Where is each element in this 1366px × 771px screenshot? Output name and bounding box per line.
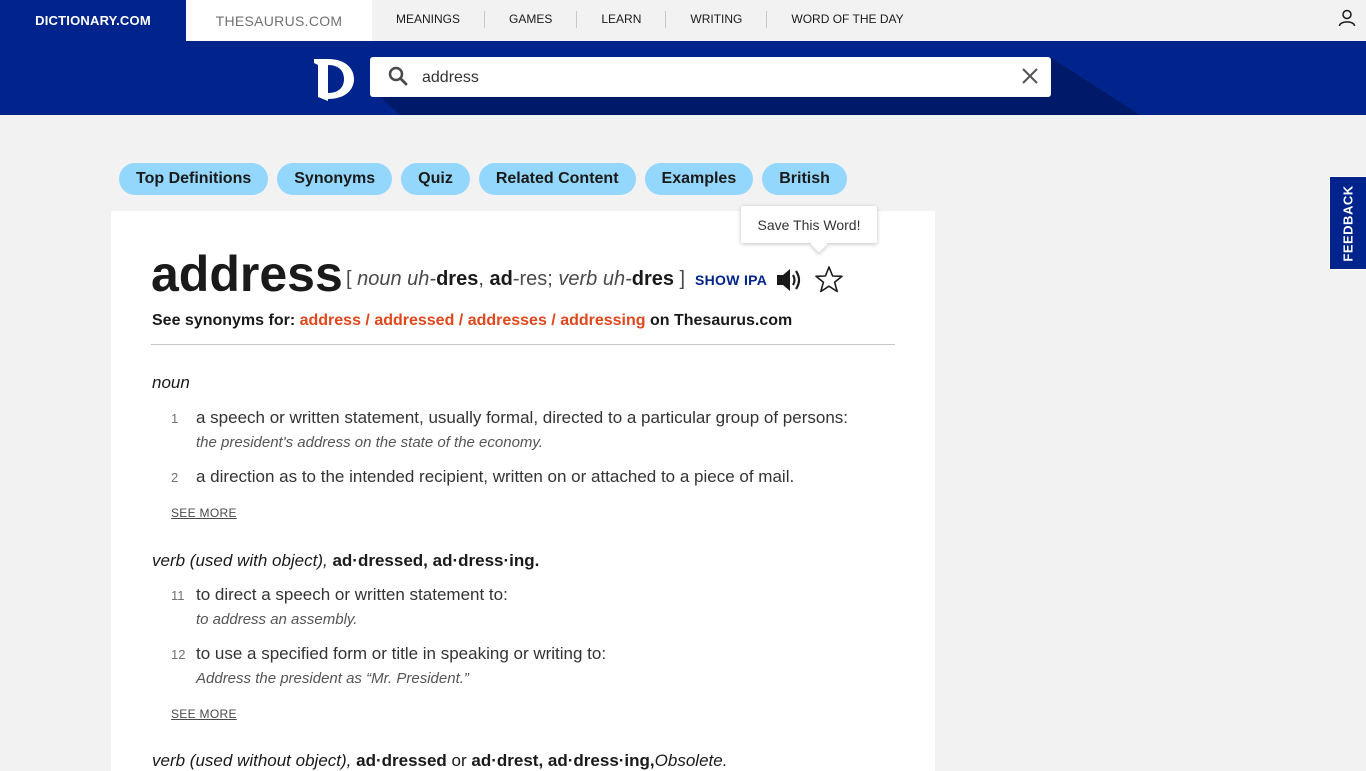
def-text: a direction as to the intended recipient…: [196, 467, 795, 486]
verb-forms: ad·dressed, ad·dress·ing.: [327, 551, 540, 570]
pos-verb-without-object-label: verb (used without object),: [152, 751, 352, 770]
thesaurus-tab[interactable]: THESAURUS.COM: [186, 0, 372, 41]
show-ipa-button[interactable]: SHOW IPA: [695, 272, 767, 288]
search-box: [370, 57, 1051, 97]
verb-forms-a: ad·dressed: [351, 751, 447, 770]
search-band: [0, 41, 1366, 115]
pos-verb-without-object: verb (used without object), ad·dressed o…: [152, 751, 727, 771]
nav-link-meanings[interactable]: MEANINGS: [372, 10, 486, 28]
see-synonyms-prefix: See synonyms for:: [152, 312, 300, 329]
def-example: the president's address on the state of …: [196, 434, 543, 451]
pron-verb-stress: dres: [631, 268, 674, 290]
def-number: 11: [171, 588, 185, 603]
pill-top-definitions[interactable]: Top Definitions: [119, 163, 269, 195]
headword: address: [151, 246, 343, 302]
nav-link-writing[interactable]: WRITING: [666, 10, 768, 28]
def-number: 1: [171, 411, 179, 426]
pron-alt-rest: -res;: [512, 268, 559, 290]
def-example: to address an assembly.: [196, 611, 358, 628]
def-text: to use a specified form or title in spea…: [196, 644, 607, 663]
pron-bracket-close: ]: [674, 268, 686, 290]
verb-forms-or: or: [446, 751, 472, 770]
def-text: to direct a speech or written statement …: [196, 585, 508, 604]
pill-related-content[interactable]: Related Content: [478, 163, 636, 195]
pronunciation: [ noun uh-dres, ad-res; verb uh-dres ]: [346, 266, 685, 292]
search-icon[interactable]: [388, 66, 408, 86]
pron-verb-a: uh-: [597, 268, 632, 290]
see-synonyms-line: See synonyms for: address / addressed / …: [152, 312, 792, 330]
see-more-link[interactable]: SEE MORE: [171, 506, 237, 520]
see-more-link[interactable]: SEE MORE: [171, 707, 237, 721]
pos-verb-with-object-label: verb (used with object),: [152, 551, 328, 570]
clear-search-icon[interactable]: [1021, 67, 1039, 85]
search-input[interactable]: [420, 63, 1004, 93]
nav-link-word-of-the-day[interactable]: WORD OF THE DAY: [767, 11, 927, 28]
feedback-tab[interactable]: FEEDBACK: [1329, 176, 1366, 270]
pill-british[interactable]: British: [762, 163, 847, 195]
synonym-links[interactable]: address / addressed / addresses / addres…: [300, 312, 646, 329]
pron-noun-a: uh-: [401, 268, 437, 290]
nav-links: MEANINGS GAMES LEARN WRITING WORD OF THE…: [372, 0, 928, 38]
dictionary-tab[interactable]: DICTIONARY.COM: [0, 0, 186, 41]
def-text: a speech or written statement, usually f…: [196, 408, 848, 427]
pos-verb-with-object: verb (used with object), ad·dressed, ad·…: [152, 551, 539, 571]
pron-sep: ,: [478, 268, 490, 290]
pill-examples[interactable]: Examples: [644, 163, 754, 195]
section-pills: Top Definitions Synonyms Quiz Related Co…: [119, 163, 847, 195]
nav-link-games[interactable]: GAMES: [485, 10, 578, 28]
obsolete-label: Obsolete.: [654, 751, 728, 770]
user-icon[interactable]: [1338, 9, 1356, 27]
speaker-icon[interactable]: [775, 267, 803, 293]
pron-bracket-open: [: [346, 268, 358, 290]
pill-synonyms[interactable]: Synonyms: [277, 163, 393, 195]
pron-noun-label: noun: [357, 268, 402, 290]
pron-verb-label: verb: [558, 268, 598, 290]
save-word-tooltip: Save This Word!: [741, 206, 877, 243]
dictionary-logo-icon[interactable]: [314, 57, 354, 101]
see-synonyms-suffix: on Thesaurus.com: [645, 312, 793, 329]
nav-link-learn[interactable]: LEARN: [577, 10, 667, 28]
def-number: 2: [171, 470, 179, 485]
pos-noun: noun: [152, 373, 190, 392]
feedback-label: FEEDBACK: [1340, 184, 1356, 262]
star-icon[interactable]: [814, 265, 844, 295]
pron-noun-stress: dres: [436, 268, 479, 290]
def-example: Address the president as “Mr. President.…: [196, 670, 469, 687]
pron-alt-stress: ad: [489, 268, 513, 290]
pill-quiz[interactable]: Quiz: [401, 163, 470, 195]
def-number: 12: [171, 647, 186, 662]
entry-divider: [151, 344, 895, 345]
top-navigation: DICTIONARY.COM THESAURUS.COM MEANINGS GA…: [0, 0, 1366, 41]
verb-forms-b: ad·drest, ad·dress·ing,: [471, 751, 655, 770]
